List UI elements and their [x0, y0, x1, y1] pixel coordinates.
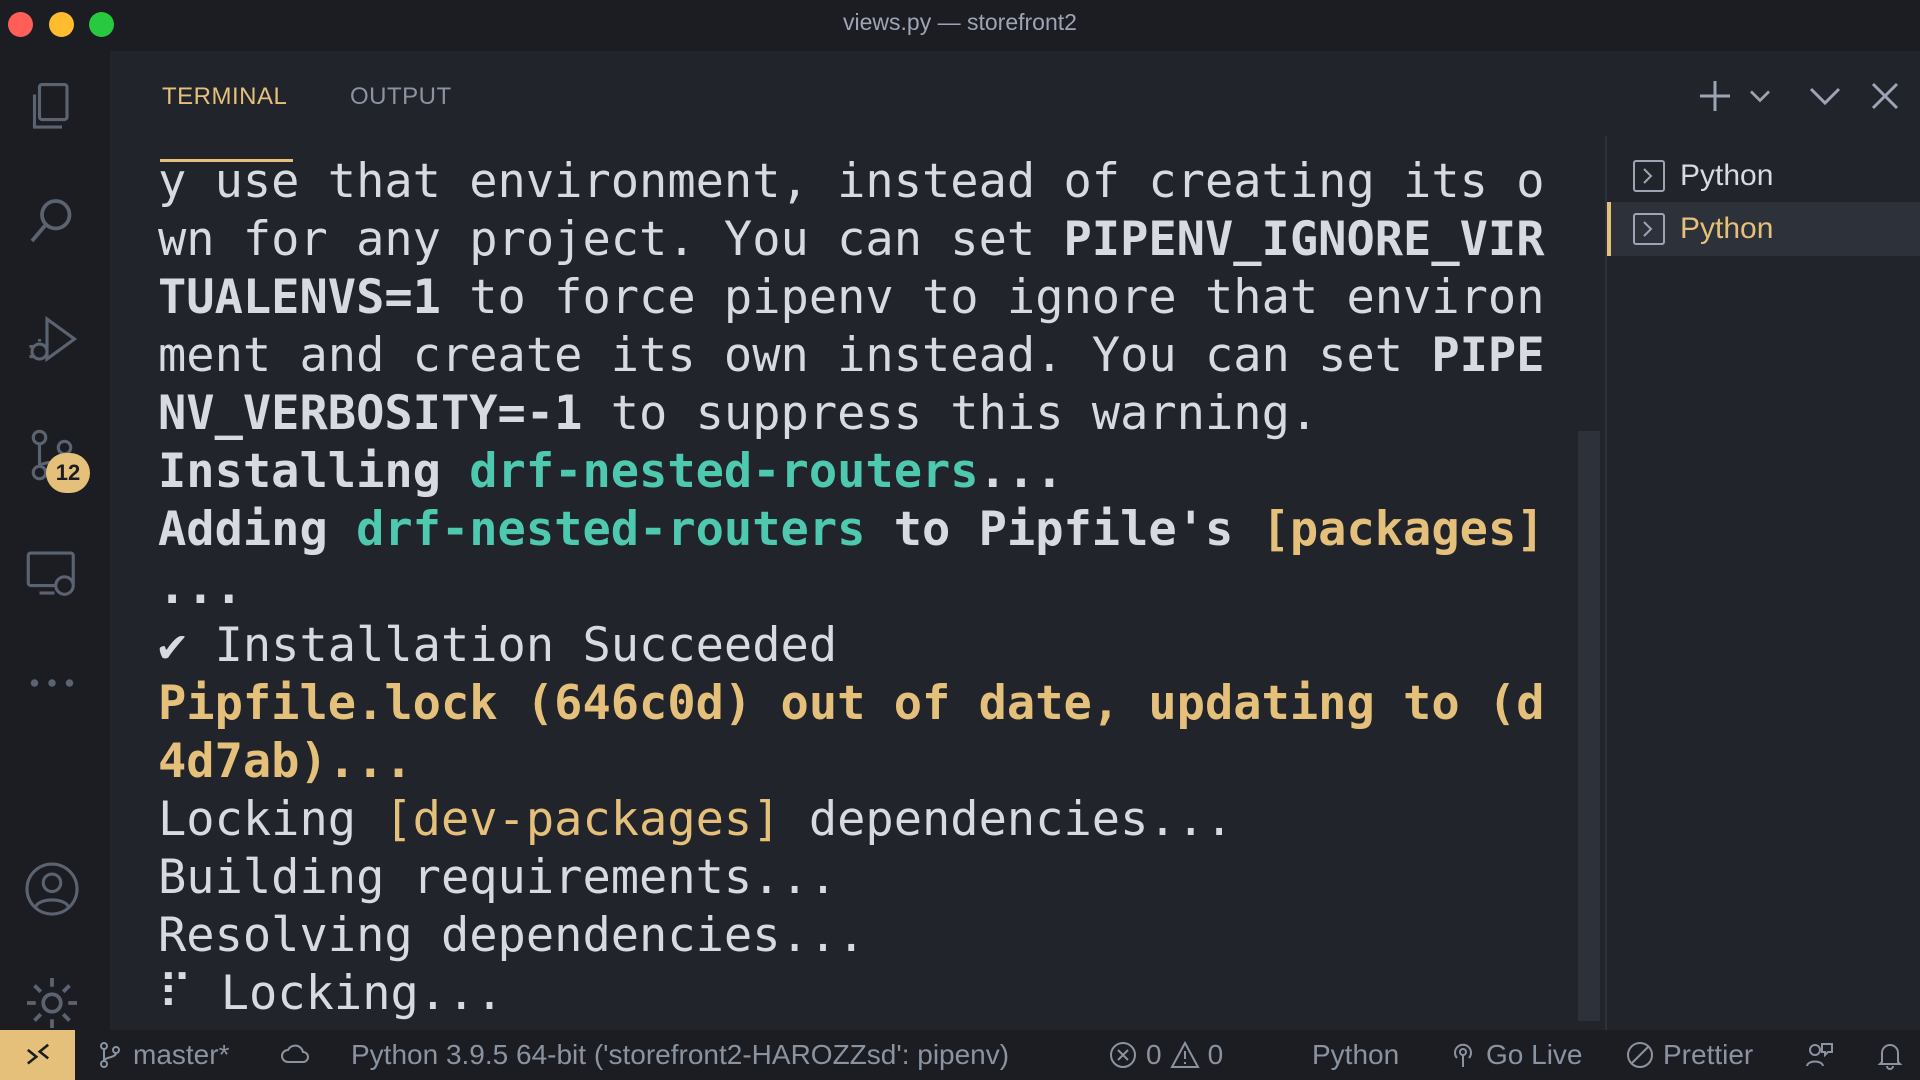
warning-count: 0 [1207, 1039, 1224, 1070]
terminal-line: NV_VERBOSITY=-1 to suppress this warning… [158, 386, 1319, 441]
terminal-line: ment and create its own instead. You can… [158, 328, 1545, 383]
prettier-button[interactable]: Prettier [1625, 1030, 1753, 1080]
window-title: views.py — storefront2 [843, 9, 1077, 35]
sync-button[interactable] [280, 1030, 310, 1080]
terminal-icon [1633, 213, 1665, 245]
notifications-button[interactable] [1875, 1030, 1905, 1080]
run-debug-icon[interactable] [20, 307, 84, 371]
terminal-icon [1633, 160, 1665, 192]
source-control-badge: 12 [46, 453, 90, 493]
terminal-profile-chevron-icon[interactable] [1742, 71, 1778, 121]
tab-terminal[interactable]: TERMINAL [159, 81, 294, 162]
explorer-icon[interactable] [20, 75, 84, 139]
terminal-list-label: Python [1680, 212, 1774, 245]
terminal-line: Pipfile.lock (646c0d) out of date, updat… [158, 676, 1545, 731]
terminal-line: Installing drf-nested-routers... [158, 444, 1064, 499]
terminal-line: TUALENVS=1 to force pipenv to ignore tha… [158, 270, 1545, 325]
terminal-line: Locking [dev-packages] dependencies... [158, 792, 1234, 847]
terminal-line: y use that environment, instead of creat… [158, 154, 1545, 209]
feedback-button[interactable] [1804, 1030, 1834, 1080]
broadcast-icon [1454, 1043, 1472, 1067]
git-branch-icon [100, 1042, 120, 1068]
terminal-list-item[interactable]: Python [1607, 149, 1920, 203]
tab-output[interactable]: OUTPUT [350, 81, 452, 129]
terminal-line: Adding drf-nested-routers to Pipfile's [… [158, 502, 1545, 557]
feedback-icon [1806, 1043, 1833, 1067]
branch-name: master* [133, 1039, 230, 1070]
cloud-sync-icon [281, 1044, 309, 1063]
status-bar: master* Python 3.9.5 64-bit ('storefront… [0, 1030, 1920, 1080]
remote-indicator[interactable] [0, 1030, 75, 1080]
terminal-list-item-active[interactable]: Python [1607, 202, 1920, 256]
error-icon [1110, 1042, 1136, 1068]
remote-icon [26, 1043, 49, 1065]
settings-gear-icon[interactable] [20, 971, 84, 1035]
bell-icon [1877, 1044, 1903, 1070]
terminal-line: Resolving dependencies... [158, 908, 866, 963]
close-panel-icon[interactable] [1860, 71, 1910, 121]
remote-explorer-icon[interactable] [20, 541, 84, 605]
more-icon[interactable] [20, 651, 84, 715]
activity-bar: 12 [0, 51, 110, 1030]
search-icon[interactable] [20, 189, 84, 253]
terminal-panel: TERMINAL OUTPUT y use that environment, … [110, 51, 1920, 1036]
branch-indicator[interactable]: master* [95, 1030, 229, 1080]
terminal-line: 4d7ab)... [158, 734, 413, 789]
title-bar: views.py — storefront2 [0, 0, 1920, 51]
maximize-panel-chevron-icon[interactable] [1800, 71, 1850, 121]
account-icon[interactable] [20, 857, 84, 921]
terminal-list: Python Python [1605, 136, 1920, 1036]
terminal-line: ⠏ Locking... [158, 966, 504, 1021]
warning-icon [1169, 1040, 1200, 1068]
prettier-status-icon [1627, 1042, 1653, 1068]
go-live-button[interactable]: Go Live [1448, 1030, 1583, 1080]
terminal-line: ... [158, 560, 243, 615]
error-count: 0 [1146, 1039, 1162, 1070]
language-mode[interactable]: Python [1312, 1030, 1399, 1080]
terminal-output[interactable]: y use that environment, instead of creat… [158, 153, 1558, 1023]
new-terminal-plus-icon[interactable] [1690, 71, 1740, 121]
problems-indicator[interactable]: 0 0 [1108, 1030, 1223, 1080]
terminal-line: ✔ Installation Succeeded [158, 618, 838, 673]
python-interpreter[interactable]: Python 3.9.5 64-bit ('storefront2-HAROZZ… [351, 1030, 1009, 1080]
terminal-scrollbar[interactable] [1578, 431, 1600, 1021]
terminal-line: Building requirements... [158, 850, 838, 905]
terminal-list-label: Python [1680, 159, 1774, 192]
terminal-line: wn for any project. You can set PIPENV_I… [158, 212, 1545, 267]
interpreter-label: Python 3.9.5 64-bit ('storefront2-HAROZZ… [351, 1039, 1010, 1070]
